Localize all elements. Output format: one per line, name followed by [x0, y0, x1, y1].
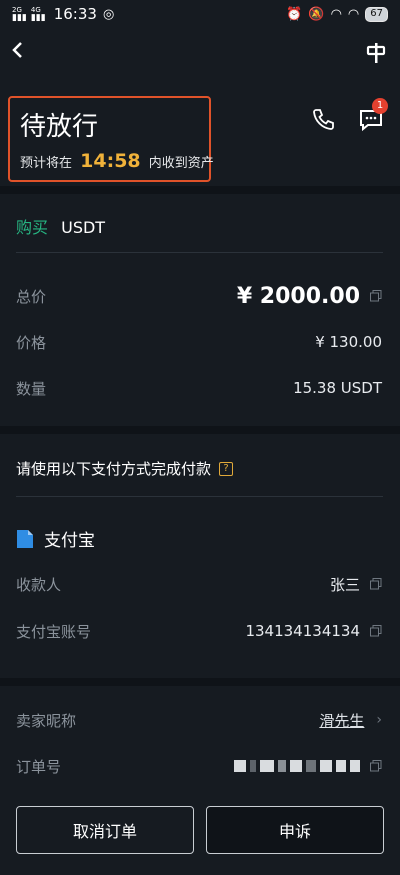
order-number-row: 订单号 [16, 754, 382, 778]
order-number-label: 订单号 [16, 757, 62, 776]
trade-summary: 购买 USDT [16, 214, 105, 238]
seller-nick-link[interactable]: 滑先生 [319, 710, 364, 731]
mute-icon: 🔕 [308, 6, 325, 22]
unit-price-value: ¥ 130.00 [315, 333, 382, 351]
order-status-eta: 预计将在 14:58 内收到资产 [20, 150, 214, 172]
appeal-button[interactable]: 申诉 [206, 806, 384, 854]
alipay-icon [17, 529, 33, 548]
copy-icon[interactable] [370, 760, 382, 772]
signpost-icon[interactable] [366, 42, 386, 64]
account-value: 134134134134 [245, 622, 382, 640]
quantity-value: 15.38 USDT [293, 379, 382, 397]
payment-method-card: 请使用以下支付方式完成付款 ? 支付宝 收款人 张三 支付宝账号 1341341… [0, 434, 400, 678]
seller-nick-row[interactable]: 卖家昵称 滑先生 › [16, 708, 382, 732]
seller-nick-value[interactable]: 滑先生 › [319, 710, 382, 731]
seller-nick-label: 卖家昵称 [16, 711, 77, 730]
help-icon[interactable]: ? [219, 461, 234, 476]
payee-name: 张三 [329, 575, 360, 594]
countdown-timer: 14:58 [80, 150, 141, 172]
payment-instruction-text: 请使用以下支付方式完成付款 [16, 460, 212, 478]
payment-instruction: 请使用以下支付方式完成付款 ? [16, 458, 234, 479]
account-number: 134134134134 [245, 622, 360, 640]
action-buttons: 取消订单 申诉 [16, 806, 384, 854]
wifi-icon: ◠ [330, 6, 342, 22]
quantity-label: 数量 [16, 379, 47, 398]
status-time: 16:33 [53, 5, 97, 23]
total-price-row: 总价 ¥ 2000.00 [16, 284, 382, 309]
wifi-icon-2: ◠ [347, 6, 360, 22]
wechat-icon: ◎ [102, 6, 115, 22]
unit-price-row: 价格 ¥ 130.00 [16, 330, 382, 354]
alarm-icon: ⏰ [286, 6, 303, 22]
copy-icon[interactable] [370, 625, 382, 637]
order-number-value [234, 760, 382, 772]
signal-indicator-2: 4G ▮▮▮ [30, 6, 46, 23]
chevron-left-icon [12, 42, 22, 58]
total-price-label: 总价 [16, 287, 47, 306]
payee-value: 张三 [330, 574, 382, 595]
cancel-order-button[interactable]: 取消订单 [16, 806, 194, 854]
order-header: 待放行 预计将在 14:58 内收到资产 1 [0, 28, 400, 186]
order-number-redacted [234, 760, 360, 772]
trade-details-card: 购买 USDT 总价 ¥ 2000.00 价格 ¥ 130.00 数量 15.3… [0, 194, 400, 426]
trade-coin: USDT [61, 218, 106, 237]
signal-indicator: 2G ▮▮▮ [12, 6, 27, 23]
payee-label: 收款人 [16, 575, 62, 594]
divider [16, 252, 383, 253]
copy-icon[interactable] [370, 290, 382, 302]
total-price-value: ¥ 2000.00 [237, 284, 382, 309]
payee-row: 收款人 张三 [16, 572, 382, 596]
payment-method: 支付宝 [16, 526, 95, 551]
unit-price-label: 价格 [16, 333, 47, 352]
phone-icon[interactable] [312, 108, 334, 130]
chevron-right-icon: › [376, 712, 382, 728]
divider [16, 496, 383, 497]
chat-unread-badge: 1 [372, 98, 388, 114]
copy-icon[interactable] [370, 578, 382, 590]
trade-side: 购买 [16, 218, 49, 237]
eta-prefix: 预计将在 [20, 156, 73, 171]
back-button[interactable] [10, 40, 32, 66]
status-bar: 2G ▮▮▮ 4G ▮▮▮ 16:33 ◎ ⏰ 🔕 ◠ ◠ 67 [0, 0, 400, 28]
total-price-amount: ¥ 2000.00 [236, 283, 360, 309]
payment-method-name: 支付宝 [44, 531, 95, 551]
account-row: 支付宝账号 134134134134 [16, 619, 382, 643]
quantity-row: 数量 15.38 USDT [16, 376, 382, 400]
order-status-title: 待放行 [20, 112, 99, 142]
order-status-highlight: 待放行 预计将在 14:58 内收到资产 [8, 96, 214, 182]
battery-indicator: 67 [365, 6, 388, 22]
account-label: 支付宝账号 [16, 622, 92, 641]
eta-suffix: 内收到资产 [148, 156, 214, 171]
